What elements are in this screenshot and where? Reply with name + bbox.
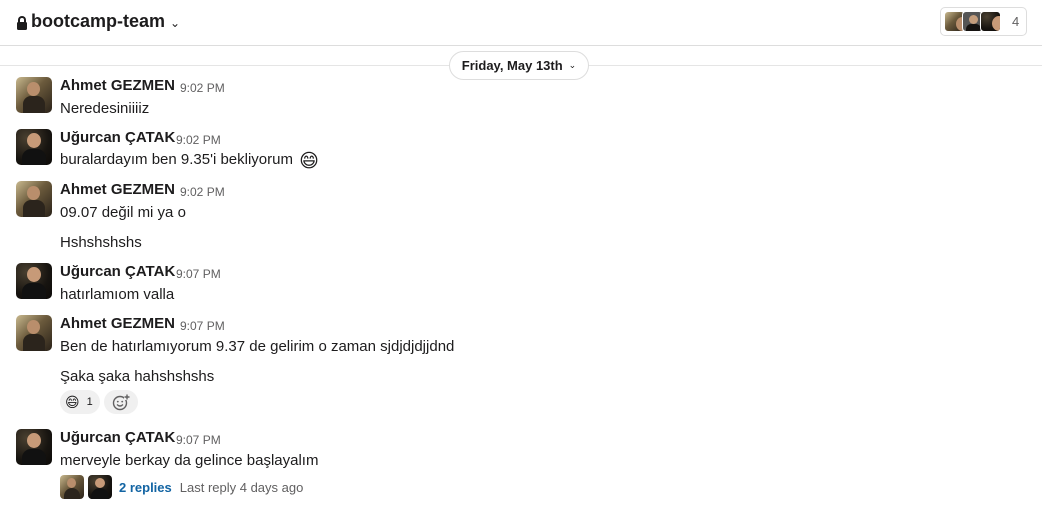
timestamp[interactable]: 9:07 PM	[176, 267, 221, 281]
avatar[interactable]	[16, 129, 52, 165]
author-name[interactable]: Uğurcan ÇATAK	[60, 263, 175, 280]
reaction-pill[interactable]: 😄 1	[60, 390, 100, 414]
channel-header: bootcamp-team ⌄ 4	[0, 0, 1042, 46]
chevron-down-icon: ⌄	[170, 15, 181, 30]
reply-avatar	[88, 475, 112, 499]
message-text: 09.07 değil mi ya o	[60, 204, 186, 221]
author-name[interactable]: Uğurcan ÇATAK	[60, 129, 175, 146]
author-name[interactable]: Uğurcan ÇATAK	[60, 429, 175, 446]
message-text: Neredesiniiiiz	[60, 100, 150, 117]
timestamp[interactable]: 9:07 PM	[176, 433, 221, 447]
thread-summary[interactable]: 2 replies Last reply 4 days ago	[60, 474, 303, 500]
chevron-down-icon: ⌄	[568, 60, 577, 70]
member-count: 4	[1012, 14, 1020, 29]
message-text: merveyle berkay da gelince başlayalım	[60, 452, 319, 469]
avatar[interactable]	[16, 263, 52, 299]
message-text: buralardayım ben 9.35'i bekliyorum	[60, 151, 293, 168]
message-text: hatırlamıom valla	[60, 286, 175, 303]
grinning-emoji: 😄	[299, 151, 319, 172]
date-divider-button[interactable]: Friday, May 13th ⌄	[449, 51, 589, 80]
channel-title-button[interactable]: bootcamp-team ⌄	[17, 11, 180, 32]
reaction-count: 1	[86, 396, 93, 408]
author-name[interactable]: Ahmet GEZMEN	[60, 315, 175, 332]
author-name[interactable]: Ahmet GEZMEN	[60, 77, 175, 94]
avatar[interactable]	[16, 181, 52, 217]
date-divider-label: Friday, May 13th	[461, 58, 563, 73]
message-text-line: buralardayım ben 9.35'i bekliyorum 😄	[60, 150, 319, 173]
thread-last-reply: Last reply 4 days ago	[179, 479, 304, 495]
grinning-emoji: 😄	[65, 393, 80, 410]
add-reaction-button[interactable]	[104, 390, 138, 414]
members-button[interactable]: 4	[940, 7, 1027, 36]
timestamp[interactable]: 9:07 PM	[180, 319, 225, 333]
message-text: Ben de hatırlamıyorum 9.37 de gelirim o …	[60, 338, 455, 355]
message-text: Hshshshshs	[60, 234, 142, 251]
channel-name: bootcamp-team	[31, 11, 166, 31]
avatar[interactable]	[16, 315, 52, 351]
author-name[interactable]: Ahmet GEZMEN	[60, 181, 175, 198]
thread-replies-link[interactable]: 2 replies	[119, 480, 172, 495]
add-emoji-icon	[112, 394, 130, 411]
avatar[interactable]	[16, 77, 52, 113]
member-avatar	[980, 11, 1001, 32]
avatar[interactable]	[16, 429, 52, 465]
message-text: Şaka şaka hahshshshs	[60, 368, 215, 385]
timestamp[interactable]: 9:02 PM	[176, 133, 221, 147]
reply-avatar	[60, 475, 84, 499]
timestamp[interactable]: 9:02 PM	[180, 81, 225, 95]
lock-icon	[17, 15, 27, 30]
timestamp[interactable]: 9:02 PM	[180, 185, 225, 199]
